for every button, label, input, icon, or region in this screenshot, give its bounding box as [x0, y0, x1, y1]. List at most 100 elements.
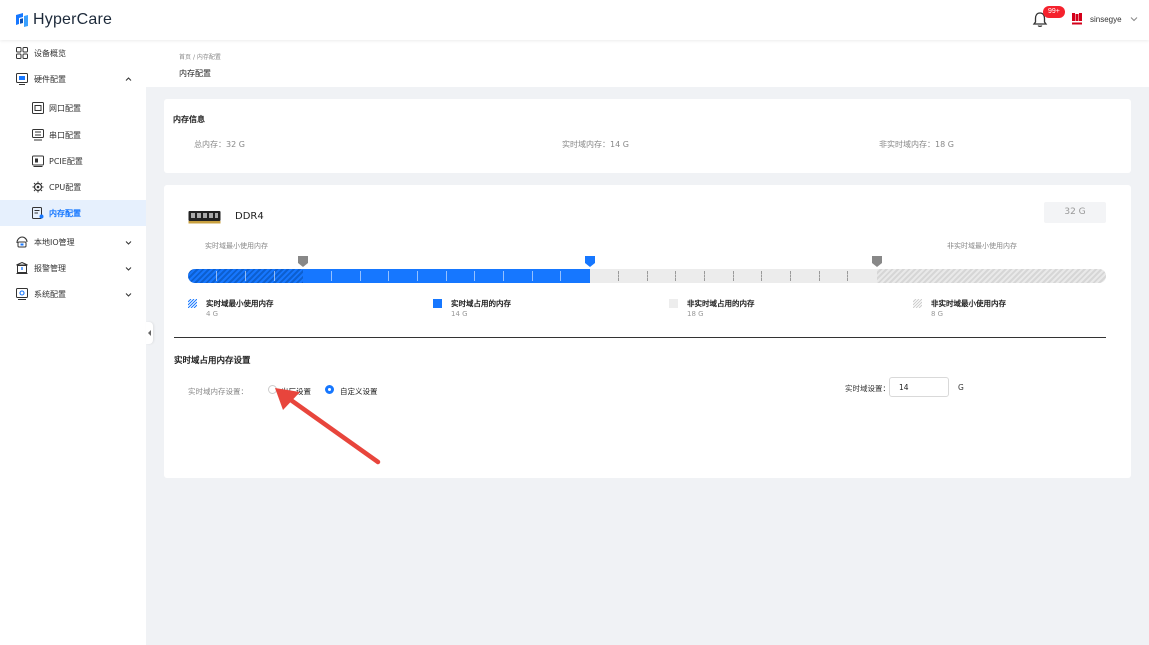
bar-tick: [388, 271, 390, 281]
bar-tick: [646, 271, 648, 281]
sidebar-item-system-config[interactable]: 系统配置: [0, 281, 146, 307]
bar-tick: [617, 271, 619, 281]
bar-tick: [445, 271, 447, 281]
bar-tick: [330, 271, 332, 281]
non-realtime-min-caption: 非实时域最小使用内存: [947, 242, 1017, 250]
app-name: HyperCare: [33, 11, 113, 28]
sidebar-item-hardware-config[interactable]: 硬件配置: [0, 66, 146, 92]
section-divider: [174, 337, 1106, 338]
sidebar-item-serial-port[interactable]: 串口配置: [0, 122, 146, 148]
bar-tick: [417, 271, 418, 281]
realtime-min-caption: 实时域最小使用内存: [205, 242, 268, 250]
chevron-down-icon[interactable]: [124, 238, 133, 247]
app-logo[interactable]: HyperCare: [14, 10, 112, 30]
sidebar-item-label: 报警管理: [34, 263, 66, 273]
bar-tick: [847, 271, 849, 281]
factory-settings-label[interactable]: 出厂设置: [281, 386, 311, 397]
user-avatar-icon[interactable]: [1071, 12, 1083, 26]
legend-value: 18 G: [687, 310, 704, 318]
non-realtime-min-marker-icon[interactable]: [871, 256, 882, 268]
sidebar-item-label: 串口配置: [49, 130, 81, 140]
memory-info-title: 内存信息: [173, 115, 205, 124]
bar-tick: [273, 271, 275, 281]
sidebar-item-label: 设备概览: [34, 48, 66, 58]
legend-name: 非实时域占用的内存: [687, 299, 755, 308]
hatched-gray-swatch-icon: [913, 299, 922, 308]
legend-value: 14 G: [451, 310, 468, 318]
bar-tick: [474, 271, 476, 281]
bar-tick: [789, 271, 791, 281]
bar-tick: [818, 271, 820, 281]
hatched-blue-swatch-icon: [188, 299, 197, 308]
custom-settings-label[interactable]: 自定义设置: [340, 386, 378, 397]
page-title: 内存配置: [179, 69, 211, 78]
hypercare-logo-icon: [16, 13, 28, 27]
sidebar-item-memory[interactable]: 内存配置: [0, 200, 146, 226]
total-memory-box: 32 G: [1044, 202, 1106, 223]
chevron-up-icon[interactable]: [124, 75, 133, 84]
bar-tick: [216, 271, 218, 281]
ram-module-icon: [188, 211, 221, 224]
bar-tick: [560, 271, 562, 281]
bar-tick: [675, 271, 677, 281]
breadcrumb-separator: /: [192, 54, 195, 61]
alarm-icon: [16, 262, 28, 274]
bar-tick: [732, 271, 734, 281]
settings-icon: [16, 288, 28, 300]
sidebar-item-local-io[interactable]: 本地IO管理: [0, 229, 146, 255]
legend-name: 实时域最小使用内存: [206, 299, 274, 308]
sidebar-item-label: 本地IO管理: [34, 237, 75, 247]
memory-usage-bar[interactable]: [188, 269, 1106, 283]
legend-name: 实时域占用的内存: [451, 299, 511, 308]
chevron-down-icon[interactable]: [124, 290, 133, 299]
breadcrumb-home[interactable]: 首页: [179, 54, 191, 61]
memory-module-type: DDR4: [235, 211, 264, 222]
user-name[interactable]: sinsegye: [1090, 15, 1122, 24]
notification-badge[interactable]: 99+: [1043, 6, 1065, 18]
realtime-used-handle-icon[interactable]: [584, 256, 595, 268]
sidebar-item-label: CPU配置: [49, 182, 82, 192]
sidebar-item-label: 硬件配置: [34, 74, 66, 84]
bar-tick: [703, 271, 705, 281]
sidebar-item-pcie[interactable]: PCIE配置: [0, 148, 146, 174]
pcie-icon: [32, 155, 44, 167]
sidebar-item-label: 网口配置: [49, 103, 81, 113]
sidebar-item-device-overview[interactable]: 设备概览: [0, 40, 146, 66]
legend-name: 非实时域最小使用内存: [931, 299, 1006, 308]
sidebar-collapse-toggle[interactable]: [146, 322, 153, 344]
sidebar-item-network-port[interactable]: 网口配置: [0, 95, 146, 121]
chevron-down-icon[interactable]: [124, 264, 133, 273]
breadcrumb-bar: 首页 / 内存配置 内存配置: [146, 40, 1149, 87]
hardware-icon: [16, 73, 28, 85]
collapse-arrow-icon: [148, 330, 151, 336]
sidebar-item-alarm[interactable]: 报警管理: [0, 255, 146, 281]
memory-mode-label: 实时域内存设置：: [188, 387, 248, 396]
bar-tick: [761, 271, 763, 281]
sidebar-item-label: 系统配置: [34, 289, 66, 299]
grid-icon: [16, 47, 28, 59]
network-port-icon: [32, 102, 44, 114]
memory-allocation-card: DDR4 32 G 实时域最小使用内存 非实时域最小使用内存 实时域最小使用内存…: [164, 185, 1131, 478]
bar-tick: [531, 271, 533, 281]
memory-info-card: 内存信息 总内存：32 G 实时域内存：14 G 非实时域内存：18 G: [164, 99, 1131, 173]
sidebar-item-label: PCIE配置: [49, 156, 83, 166]
non-realtime-min-segment: [876, 269, 1106, 283]
custom-settings-radio[interactable]: [325, 385, 334, 394]
gray-swatch-icon: [669, 299, 678, 308]
bar-tick: [503, 271, 505, 281]
settings-section-title: 实时域占用内存设置: [174, 356, 251, 366]
memory-icon: [32, 207, 44, 219]
non-realtime-memory-text: 非实时域内存：18 G: [879, 140, 954, 149]
sidebar: 设备概览 硬件配置 网口配置 串口配置 PCIE配置 CPU配置 内存配置 本地…: [0, 40, 146, 645]
realtime-memory-input[interactable]: [889, 377, 949, 397]
realtime-min-marker-icon[interactable]: [297, 256, 308, 268]
chevron-down-icon[interactable]: [1129, 14, 1139, 24]
sidebar-item-cpu[interactable]: CPU配置: [0, 174, 146, 200]
total-memory-text: 总内存：32 G: [194, 140, 245, 149]
realtime-setting-label: 实时域设置：: [845, 384, 890, 393]
bar-tick: [244, 271, 246, 281]
legend-value: 4 G: [206, 310, 219, 318]
serial-port-icon: [32, 129, 44, 141]
cpu-icon: [32, 181, 44, 193]
factory-settings-radio[interactable]: [268, 385, 277, 394]
